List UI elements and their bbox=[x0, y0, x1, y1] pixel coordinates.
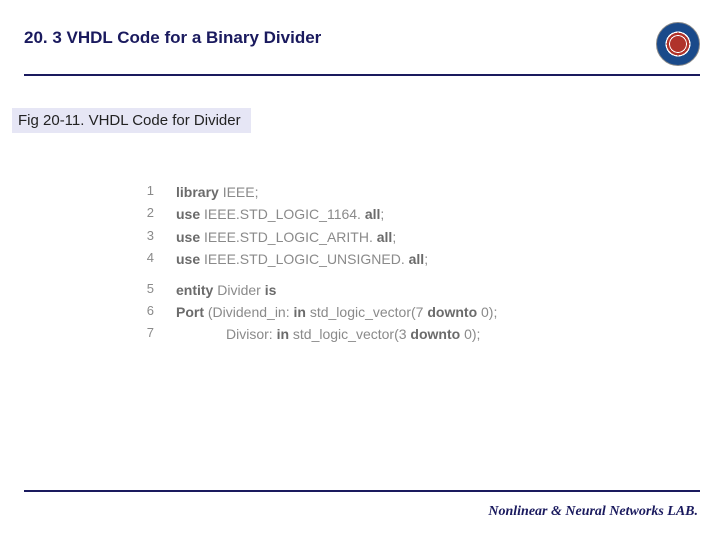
code-line: 2 use IEEE.STD_LOGIC_1164. all; bbox=[130, 203, 720, 225]
header-divider bbox=[24, 74, 700, 76]
code-text: Divisor: in std_logic_vector(3 downto 0)… bbox=[176, 323, 480, 345]
line-number: 7 bbox=[130, 323, 154, 345]
figure-caption: Fig 20-11. VHDL Code for Divider bbox=[12, 108, 251, 133]
code-line: 1 library IEEE; bbox=[130, 181, 720, 203]
code-line: 6 Port (Dividend_in: in std_logic_vector(… bbox=[130, 301, 720, 323]
line-number: 1 bbox=[130, 181, 154, 203]
line-number: 3 bbox=[130, 226, 154, 248]
code-line: 7 Divisor: in std_logic_vector(3 downto 0… bbox=[130, 323, 720, 345]
code-text: entity Divider is bbox=[176, 279, 276, 301]
code-line: 5 entity Divider is bbox=[130, 279, 720, 301]
code-text: library IEEE; bbox=[176, 181, 259, 203]
code-line: 3 use IEEE.STD_LOGIC_ARITH. all; bbox=[130, 226, 720, 248]
line-number: 6 bbox=[130, 301, 154, 323]
footer-lab-name: Nonlinear & Neural Networks LAB. bbox=[488, 504, 698, 520]
code-text: Port (Dividend_in: in std_logic_vector(7… bbox=[176, 301, 497, 323]
line-number: 4 bbox=[130, 248, 154, 270]
page-title: 20. 3 VHDL Code for a Binary Divider bbox=[24, 22, 656, 48]
code-block: 1 library IEEE; 2 use IEEE.STD_LOGIC_1164. … bbox=[130, 181, 720, 346]
code-text: use IEEE.STD_LOGIC_1164. all; bbox=[176, 203, 384, 225]
university-logo bbox=[656, 22, 700, 66]
line-number: 5 bbox=[130, 279, 154, 301]
code-text: use IEEE.STD_LOGIC_ARITH. all; bbox=[176, 226, 396, 248]
code-text: use IEEE.STD_LOGIC_UNSIGNED. all; bbox=[176, 248, 428, 270]
code-line: 4 use IEEE.STD_LOGIC_UNSIGNED. all; bbox=[130, 248, 720, 270]
footer-divider bbox=[24, 490, 700, 492]
line-number: 2 bbox=[130, 203, 154, 225]
